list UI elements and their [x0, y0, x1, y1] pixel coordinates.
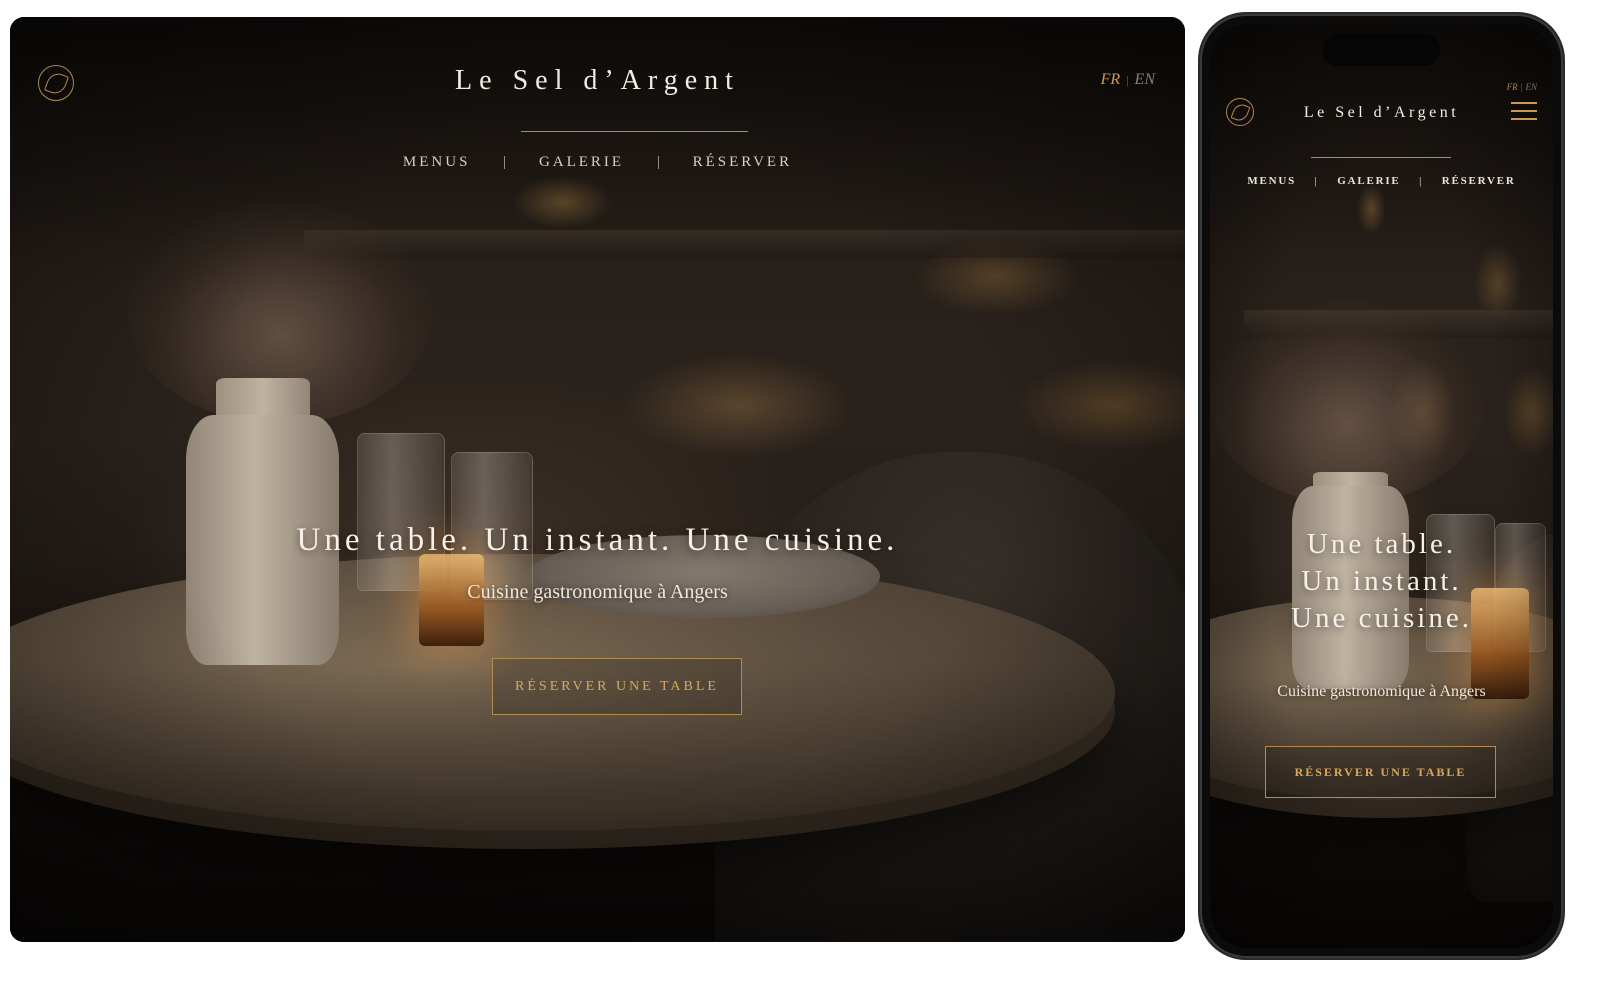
hero-headline-line: Un instant.	[1301, 565, 1462, 597]
lang-fr-link[interactable]: FR	[1507, 82, 1518, 92]
nav-item-menus[interactable]: MENUS	[1247, 175, 1296, 187]
hamburger-menu-icon[interactable]	[1511, 102, 1537, 120]
mobile-screen: Le Sel d’Argent FR | EN MENUS | GALERIE | …	[1210, 24, 1553, 948]
language-switcher: FR | EN	[1507, 82, 1537, 92]
nav-item-menus[interactable]: MENUS	[403, 154, 471, 171]
nav-item-reserver[interactable]: RÉSERVER	[1442, 175, 1516, 187]
site-title[interactable]: Le Sel d’Argent	[10, 65, 1185, 97]
lang-en-link[interactable]: EN	[1525, 82, 1537, 92]
reserve-table-button[interactable]: RÉSERVER UNE TABLE	[1265, 746, 1496, 798]
hero-headline-line: Une cuisine.	[1291, 602, 1472, 634]
dynamic-island	[1322, 34, 1440, 66]
title-divider	[521, 131, 748, 132]
main-nav: MENUS | GALERIE | RÉSERVER	[1210, 175, 1553, 187]
hero-headline-line: Une table.	[1306, 528, 1457, 560]
nav-separator: |	[1314, 175, 1319, 187]
title-divider	[1311, 157, 1451, 158]
hero-headline: Une table. Un instant. Une cuisine.	[296, 522, 899, 558]
hero-subtitle: Cuisine gastronomique à Angers	[467, 581, 728, 603]
nav-item-galerie[interactable]: GALERIE	[1337, 175, 1400, 187]
reserve-table-button[interactable]: RÉSERVER UNE TABLE	[492, 658, 742, 715]
desktop-preview: Le Sel d’Argent FR | EN MENUS | GALERIE | …	[10, 17, 1185, 942]
lang-separator: |	[1520, 82, 1523, 92]
nav-separator: |	[503, 154, 507, 170]
lang-separator: |	[1126, 73, 1129, 87]
main-nav: MENUS | GALERIE | RÉSERVER	[10, 154, 1185, 171]
nav-separator: |	[656, 154, 660, 170]
language-switcher: FR | EN	[1101, 71, 1155, 89]
nav-item-galerie[interactable]: GALERIE	[539, 154, 624, 171]
mobile-preview-frame: Le Sel d’Argent FR | EN MENUS | GALERIE | …	[1200, 14, 1563, 958]
lang-en-link[interactable]: EN	[1135, 71, 1155, 88]
hero-headline: Une table. Un instant. Une cuisine.	[1210, 526, 1553, 637]
nav-separator: |	[1419, 175, 1424, 187]
nav-item-reserver[interactable]: RÉSERVER	[693, 154, 792, 171]
hero-background-photo-mobile	[1210, 24, 1553, 948]
hero-subtitle: Cuisine gastronomique à Angers	[1277, 683, 1486, 700]
site-title[interactable]: Le Sel d’Argent	[1210, 104, 1553, 122]
lang-fr-link[interactable]: FR	[1101, 71, 1121, 88]
